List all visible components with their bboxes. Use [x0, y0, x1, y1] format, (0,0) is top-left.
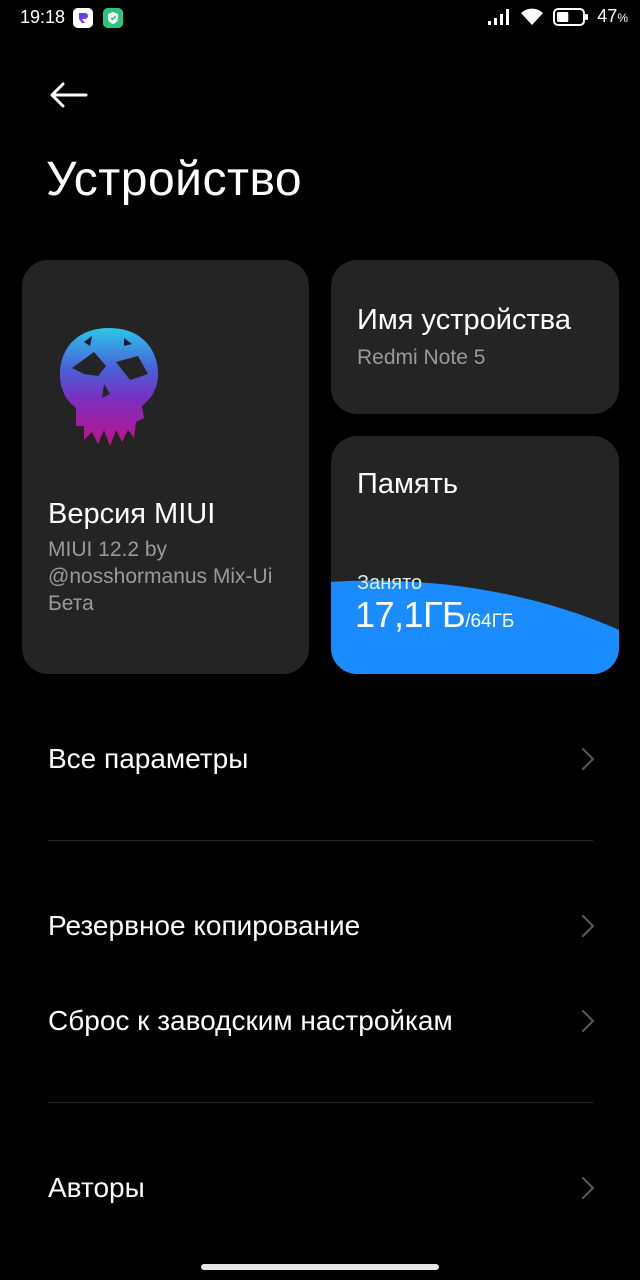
memory-title: Память [357, 468, 459, 500]
menu-item-label: Авторы [48, 1172, 145, 1203]
device-name-value: Redmi Note 5 [357, 346, 486, 369]
chevron-right-icon [582, 915, 595, 937]
status-time: 19:18 [20, 7, 66, 27]
menu-item-all-settings[interactable]: Все параметры [0, 719, 640, 799]
memory-card[interactable]: Память Занято 17,1ГБ/64ГБ [331, 436, 619, 674]
miui-version-title: Версия MIUI [48, 498, 216, 530]
back-arrow-icon [50, 82, 88, 108]
chevron-right-icon [582, 748, 595, 770]
chevron-right-icon [582, 1177, 595, 1199]
status-bar: 19:18 47% [0, 0, 640, 36]
chevron-right-icon [582, 1010, 595, 1032]
battery-percent: 47% [597, 6, 628, 26]
divider [48, 1102, 593, 1103]
battery-icon [553, 7, 589, 26]
menu-item-label: Резервное копирование [48, 910, 361, 941]
shield-app-icon [103, 8, 123, 28]
memory-used-label: Занято [357, 572, 423, 594]
cellular-signal-icon [488, 8, 510, 25]
back-button[interactable] [44, 74, 94, 116]
memory-used-value: 17,1ГБ/64ГБ [355, 594, 514, 636]
device-name-card[interactable]: Имя устройства Redmi Note 5 [331, 260, 619, 414]
menu-item-label: Сброс к заводским настройкам [48, 1005, 453, 1036]
menu-item-authors[interactable]: Авторы [0, 1148, 640, 1228]
home-indicator[interactable] [201, 1264, 439, 1270]
device-name-title: Имя устройства [357, 304, 571, 336]
menu-item-label: Все параметры [48, 743, 249, 774]
divider [48, 840, 593, 841]
miui-version-value: MIUI 12.2 by @nosshormanus Mix-Ui Бета [48, 538, 273, 615]
page-title: Устройство [46, 153, 303, 206]
memory-total-amount: /64ГБ [465, 611, 515, 632]
memory-used-amount: 17,1ГБ [355, 594, 466, 635]
menu-item-backup[interactable]: Резервное копирование [0, 886, 640, 966]
menu-item-factory-reset[interactable]: Сброс к заводским настройкам [0, 981, 640, 1061]
wifi-icon [521, 8, 544, 25]
app-notification-icon [73, 8, 93, 28]
skull-logo-icon [60, 328, 158, 446]
miui-version-card[interactable]: Версия MIUI MIUI 12.2 by @nosshormanus M… [22, 260, 309, 674]
